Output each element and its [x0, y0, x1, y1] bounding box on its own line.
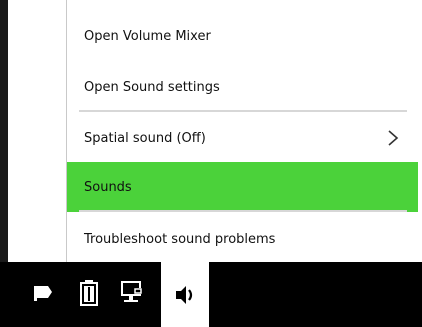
menu-item-label: Open Sound settings: [84, 79, 220, 95]
screen: Open Volume Mixer Open Sound settings Sp…: [0, 0, 422, 327]
network-icon[interactable]: [117, 274, 147, 312]
menu-item-troubleshoot[interactable]: Troubleshoot sound problems: [67, 214, 418, 264]
flag-icon[interactable]: [28, 274, 58, 312]
menu-item-sounds[interactable]: Sounds: [67, 162, 418, 212]
menu-item-label: Open Volume Mixer: [84, 28, 211, 44]
menu-separator: [79, 110, 407, 112]
menu-item-label: Spatial sound (Off): [84, 130, 206, 146]
menu-item-label: Sounds: [84, 179, 132, 195]
battery-icon[interactable]: [74, 274, 104, 312]
menu-item-label: Troubleshoot sound problems: [84, 231, 276, 247]
sound-context-menu: Open Volume Mixer Open Sound settings Sp…: [66, 0, 418, 262]
desktop-edge: [0, 0, 8, 262]
menu-item-open-sound-settings[interactable]: Open Sound settings: [67, 62, 418, 112]
menu-item-spatial-sound[interactable]: Spatial sound (Off): [67, 113, 418, 163]
chevron-right-icon: [386, 130, 400, 146]
menu-separator: [79, 210, 407, 212]
volume-icon[interactable]: [161, 262, 209, 327]
taskbar: [0, 262, 422, 327]
menu-item-open-volume-mixer[interactable]: Open Volume Mixer: [67, 11, 418, 61]
